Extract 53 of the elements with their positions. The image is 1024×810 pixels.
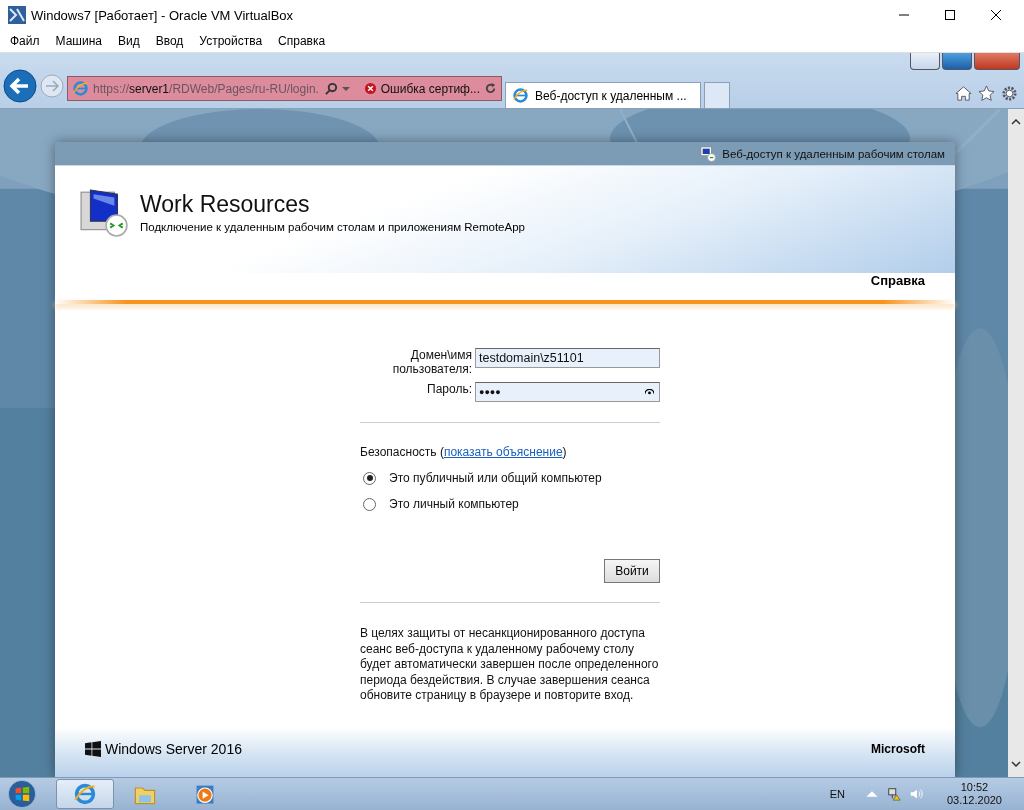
address-bar[interactable]: https://server1/RDWeb/Pages/ru-RU/login. Ошибка сертиф... bbox=[67, 76, 502, 101]
brand-name: Microsoft bbox=[871, 742, 925, 756]
radio-label[interactable]: Это публичный или общий компьютер bbox=[389, 471, 602, 485]
clock-date[interactable]: 03.12.2020 bbox=[946, 794, 1002, 807]
network-icon[interactable] bbox=[886, 787, 901, 801]
menu-item[interactable]: Ввод bbox=[155, 34, 184, 48]
help-link[interactable]: Справка bbox=[870, 273, 925, 288]
remote-computer-icon bbox=[80, 188, 130, 238]
virtualbox-icon bbox=[7, 5, 27, 25]
menu-item[interactable]: Файл bbox=[10, 34, 40, 48]
clock-time[interactable]: 10:52 bbox=[960, 781, 989, 794]
maximize-icon[interactable] bbox=[944, 9, 956, 21]
product-name: Windows Server 2016 bbox=[105, 741, 243, 757]
security-label: Безопасность (показать объяснение) bbox=[360, 445, 568, 459]
browser-taskbar-button[interactable] bbox=[56, 779, 114, 809]
close-icon[interactable] bbox=[990, 9, 1002, 21]
refresh-icon[interactable] bbox=[484, 82, 497, 95]
scroll-down-icon[interactable] bbox=[1011, 761, 1021, 767]
search-icon[interactable] bbox=[324, 82, 338, 95]
error-icon bbox=[363, 82, 377, 95]
star-icon[interactable] bbox=[978, 85, 995, 102]
header-link[interactable]: Веб-доступ к удаленным рабочим столам bbox=[722, 147, 945, 160]
password-field[interactable]: ●●●● bbox=[475, 382, 660, 402]
page-title: Work Resources bbox=[140, 191, 311, 218]
browser-icon bbox=[73, 782, 97, 806]
reveal-password-icon[interactable] bbox=[645, 389, 654, 395]
language-indicator[interactable]: EN bbox=[829, 788, 845, 800]
menu-item[interactable]: Вид bbox=[117, 34, 140, 48]
url-text[interactable]: https://server1/RDWeb/Pages/ru-RU/login. bbox=[93, 81, 321, 96]
field-label: Домен\имя пользователя: bbox=[391, 348, 472, 376]
menu-item[interactable]: Машина bbox=[55, 34, 102, 48]
browser-icon bbox=[512, 87, 529, 104]
field-label: Пароль: bbox=[426, 382, 472, 396]
radio-button[interactable] bbox=[363, 471, 376, 485]
settings-icon[interactable] bbox=[1001, 85, 1018, 102]
page-subtitle: Подключение к удаленным рабочим столам и приложениям RemoteApp bbox=[140, 221, 525, 233]
sign-in-button[interactable]: Войти bbox=[604, 559, 660, 583]
menu-item[interactable]: Справка bbox=[278, 34, 326, 48]
radio-button[interactable] bbox=[363, 497, 376, 511]
certificate-error-text[interactable]: Ошибка сертиф... bbox=[380, 81, 480, 96]
window-title: Windows7 [Работает] - Oracle VM VirtualBox bbox=[31, 7, 295, 23]
remote-desktop-icon bbox=[700, 145, 717, 162]
caret-icon[interactable] bbox=[341, 84, 350, 93]
home-icon[interactable] bbox=[955, 85, 972, 102]
browser-tab[interactable]: Веб-доступ к удаленным ... bbox=[505, 82, 701, 108]
back-icon[interactable] bbox=[3, 69, 37, 103]
browser-icon bbox=[72, 80, 89, 97]
session-notice: В целях защиты от несанкционированного доступа сеанс веб-доступа к удаленному рабочему столу будет автоматически завершен после определенного периода бездействия. В случае завершения сеанса обновите страницу в браузере и повторите вход. bbox=[360, 625, 660, 704]
username-field[interactable]: testdomain\z51101 bbox=[475, 348, 660, 368]
menu-item[interactable]: Устройства bbox=[199, 34, 263, 48]
windows-logo-icon bbox=[85, 741, 101, 757]
scroll-up-icon[interactable] bbox=[1011, 119, 1021, 125]
radio-label[interactable]: Это личный компьютер bbox=[389, 497, 519, 511]
